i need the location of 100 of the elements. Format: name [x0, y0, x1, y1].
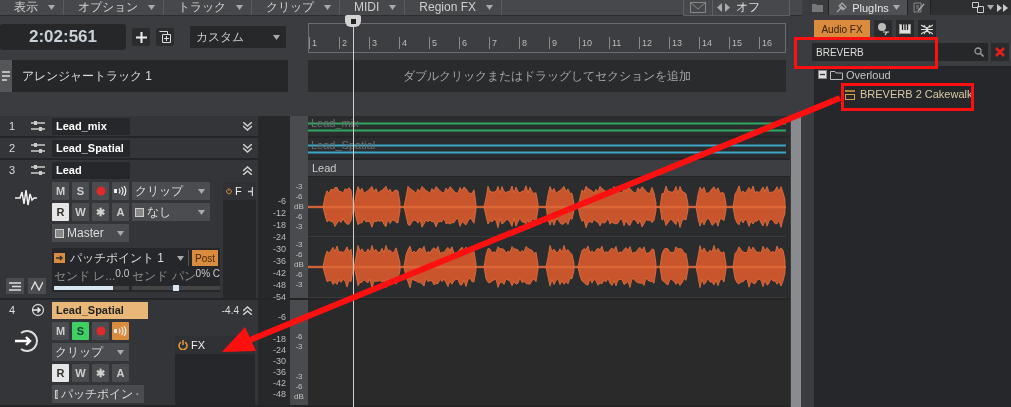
caret-icon	[987, 5, 994, 10]
write-button[interactable]: W	[72, 203, 89, 221]
write-button[interactable]: W	[72, 364, 89, 382]
lane-scale-label: -6	[295, 270, 303, 280]
send-level-slider[interactable]	[54, 286, 130, 290]
keyboard-icon	[899, 24, 911, 34]
caret-icon	[198, 209, 205, 215]
meter-scale-label: -30	[273, 356, 286, 366]
track-name[interactable]: Lead_Spatial	[52, 301, 148, 319]
ruler-mark: 5	[429, 37, 459, 49]
clip-header[interactable]: Lead	[308, 160, 790, 177]
folder-icon	[811, 3, 823, 12]
ruler-mark: 15	[729, 37, 759, 49]
close-icon	[995, 47, 1005, 57]
clear-button[interactable]	[991, 43, 1009, 61]
dropdown[interactable]: なし	[132, 203, 210, 221]
send-dropdown[interactable]: パッチポイント 1	[54, 250, 189, 266]
track-name[interactable]: Lead_mix	[52, 117, 130, 135]
browser-tab[interactable]: PlugIns	[829, 0, 908, 15]
category-button[interactable]	[896, 20, 914, 38]
meter-scale-label: -12	[273, 208, 286, 218]
arranger-hint: ダブルクリックまたはドラッグしてセクションを追加	[308, 60, 786, 92]
expand-icon[interactable]	[243, 121, 252, 131]
ruler-mark: 10	[579, 37, 609, 49]
caret-icon	[892, 5, 900, 10]
read-button[interactable]: R	[52, 364, 69, 382]
clip-label: Lead_mix	[311, 117, 359, 129]
add-button[interactable]	[132, 28, 150, 46]
ruler-mark: 13	[669, 37, 699, 49]
lane-scale-label: dB	[294, 392, 304, 402]
category-button[interactable]: Audio FX	[814, 20, 870, 38]
slider-thumb[interactable]	[173, 285, 180, 291]
category-button[interactable]	[874, 20, 892, 38]
menu-item[interactable]: オプション	[64, 0, 164, 15]
add-icon[interactable]	[247, 186, 253, 196]
power-icon[interactable]	[178, 340, 188, 350]
lane-scale-strip	[290, 116, 308, 138]
track-number: 1	[7, 120, 17, 132]
menu-item[interactable]: 表示	[0, 0, 64, 15]
scrollbar[interactable]	[791, 116, 801, 407]
dropdown[interactable]: クリップ	[132, 182, 210, 200]
browser-tab[interactable]	[908, 0, 931, 15]
fast-forward-icon[interactable]	[997, 3, 1009, 12]
record-icon	[95, 186, 106, 196]
mute-button[interactable]: M	[52, 322, 69, 340]
waveform-icon	[15, 188, 37, 208]
search-field[interactable]: BREVERB	[812, 43, 988, 61]
send-level-value: 0.0	[115, 268, 130, 281]
meter-scale-label: -42	[273, 268, 286, 278]
track-name[interactable]: Lead_Spatial	[52, 139, 130, 157]
collapse-icon[interactable]	[243, 165, 252, 175]
automation-button[interactable]: A	[112, 203, 129, 221]
automation-button[interactable]: A	[112, 364, 129, 382]
tree-folder[interactable]: Overloud	[818, 68, 1011, 81]
dropdown[interactable]: クリップ	[52, 343, 129, 361]
menu-item[interactable]: Region FX	[405, 0, 503, 15]
post-toggle[interactable]: Post	[192, 250, 218, 266]
meter-scale-label: -24	[273, 345, 286, 355]
ruler-mark: 6	[459, 37, 489, 49]
power-icon[interactable]	[226, 186, 232, 196]
duplicate-button[interactable]	[156, 28, 174, 46]
workspace-dropdown[interactable]: カスタム	[190, 26, 286, 48]
meter-scale-label: -42	[273, 378, 286, 388]
dropdown[interactable]: Master	[52, 224, 129, 242]
send-pan-value: 0% C	[195, 268, 221, 279]
layout-icon[interactable]	[972, 2, 984, 13]
auto-button[interactable]: ✱	[92, 203, 109, 221]
track-number: 2	[7, 142, 17, 154]
auto-button[interactable]: ✱	[92, 364, 109, 382]
ruler-mark: 4	[399, 37, 429, 49]
record-icon	[95, 326, 106, 336]
playhead-handle[interactable]	[345, 15, 361, 27]
plug-icon	[836, 2, 849, 13]
automation-icon[interactable]	[28, 278, 46, 294]
browser-tab[interactable]	[806, 0, 829, 15]
solo-button[interactable]: S	[72, 322, 89, 340]
arranger-track[interactable]: アレンジャートラック 1	[0, 60, 288, 92]
caret-icon	[486, 5, 494, 10]
timeline-ruler[interactable]: 1 2 3 4 5 6 7 8 9 10 11 12 13 14 15 16	[308, 23, 786, 53]
arranger-icon	[2, 71, 10, 81]
meter-scale-label: -18	[273, 334, 286, 344]
meter-scale-label: -24	[273, 232, 286, 242]
menu-item[interactable]: クリップ	[252, 0, 340, 15]
tree-item[interactable]: BREVERB 2 Cakewalk	[818, 85, 1011, 103]
solo-button[interactable]: S	[72, 182, 89, 200]
echo-button[interactable]	[112, 182, 129, 200]
ruler-mark: 8	[519, 37, 549, 49]
collapse-icon[interactable]	[243, 305, 252, 315]
lanes-icon[interactable]	[6, 278, 24, 294]
track-name[interactable]: Lead	[52, 161, 130, 179]
category-button[interactable]	[918, 20, 936, 38]
send-level-label: センド レ...	[54, 268, 116, 285]
expand-icon[interactable]	[243, 143, 252, 153]
dropdown[interactable]: パッチポイン	[52, 385, 144, 403]
menu-item[interactable]: トラック	[164, 0, 252, 15]
ruler-mark: 16	[759, 37, 785, 49]
collapse-box-icon[interactable]	[818, 70, 827, 79]
mute-button[interactable]: M	[52, 182, 69, 200]
read-button[interactable]: R	[52, 203, 69, 221]
head-icon	[876, 22, 890, 36]
